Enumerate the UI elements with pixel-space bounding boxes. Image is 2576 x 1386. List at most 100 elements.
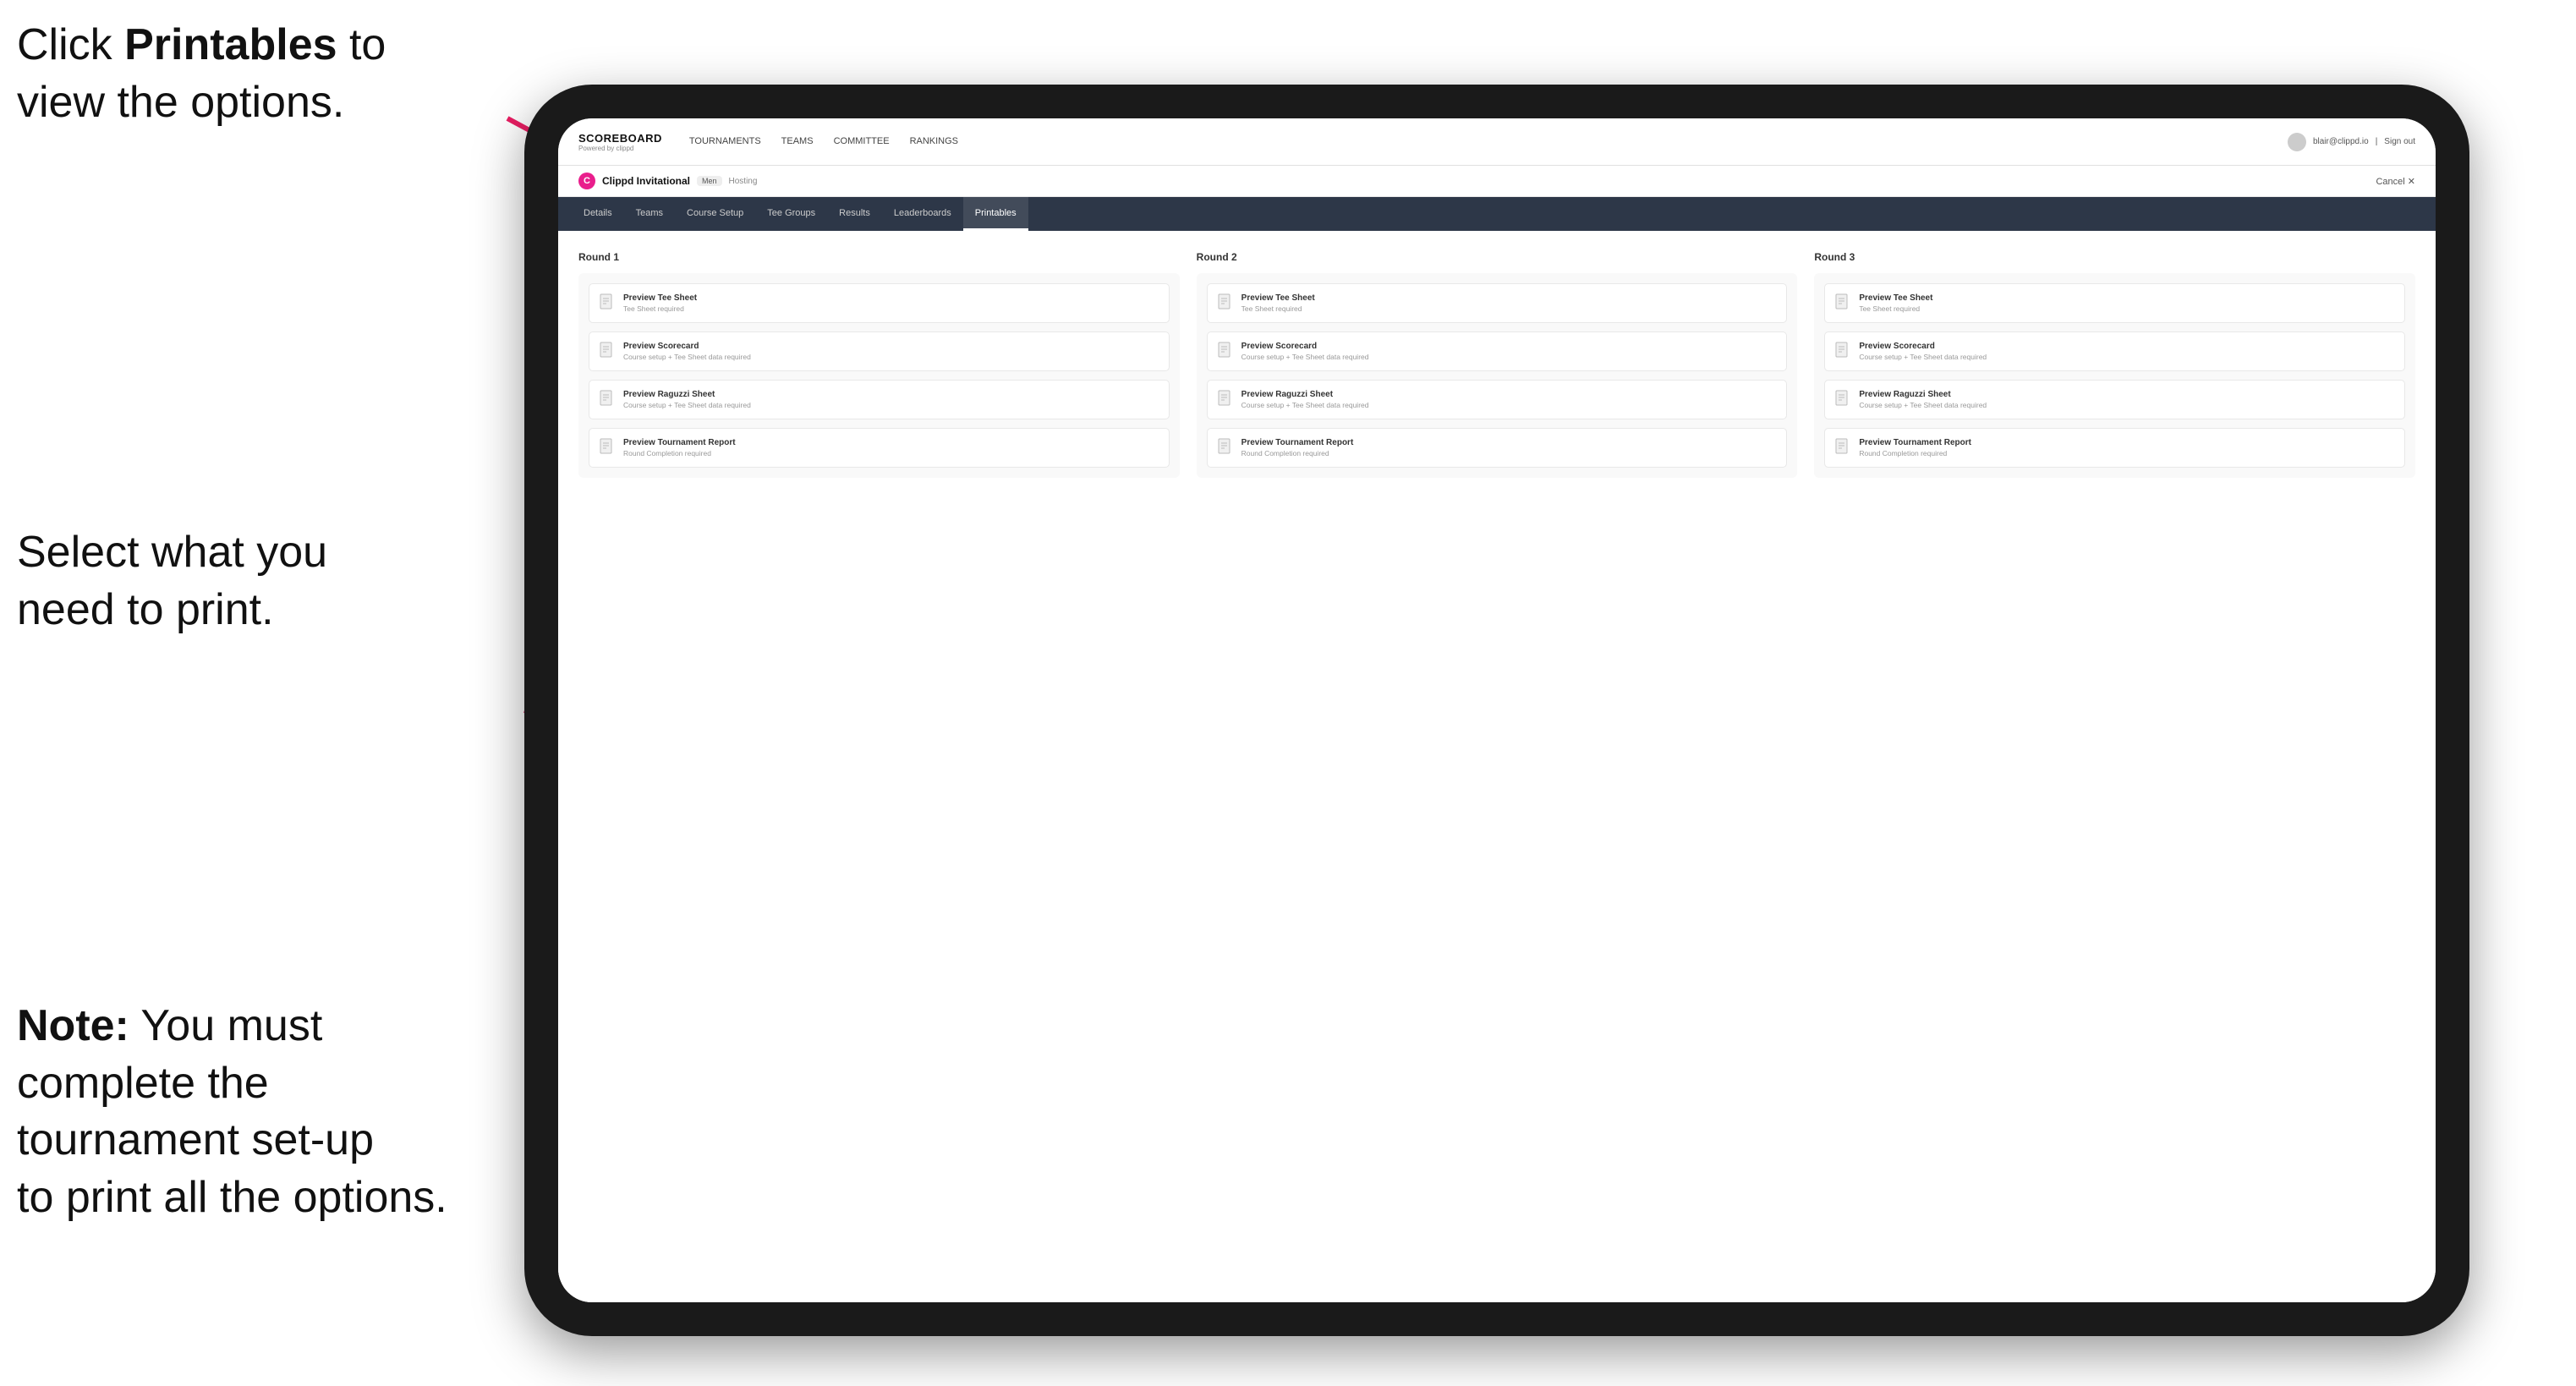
- nav-rankings[interactable]: RANKINGS: [910, 133, 958, 151]
- round-1-section: Round 1 Preview Tee Sheet Tee: [578, 251, 1180, 478]
- round1-tee-sheet-text: Preview Tee Sheet Tee Sheet required: [623, 293, 697, 314]
- bold-printables: Printables: [124, 20, 337, 69]
- user-email: blair@clippd.io: [2313, 137, 2369, 146]
- round2-scorecard-card[interactable]: Preview Scorecard Course setup + Tee She…: [1207, 331, 1788, 371]
- tab-bar: Details Teams Course Setup Tee Groups Re…: [558, 197, 2436, 231]
- tab-tee-groups[interactable]: Tee Groups: [755, 197, 827, 231]
- round2-report-title: Preview Tournament Report: [1241, 437, 1354, 448]
- tab-leaderboards[interactable]: Leaderboards: [882, 197, 963, 231]
- instruction-mid: Select what youneed to print.: [17, 524, 327, 638]
- round2-tee-sheet-card[interactable]: Preview Tee Sheet Tee Sheet required: [1207, 283, 1788, 323]
- round-3-section: Round 3 Preview Tee Sheet Tee: [1814, 251, 2415, 478]
- round2-raguzzi-title: Preview Raguzzi Sheet: [1241, 389, 1369, 400]
- round-1-cards: Preview Tee Sheet Tee Sheet required: [578, 273, 1180, 478]
- tournament-icon: C: [578, 173, 595, 189]
- logo-title: SCOREBOARD: [578, 132, 662, 145]
- document-icon: [1835, 438, 1850, 457]
- user-avatar: [2288, 133, 2306, 151]
- round2-scorecard-subtitle: Course setup + Tee Sheet data required: [1241, 353, 1369, 362]
- round1-report-title: Preview Tournament Report: [623, 437, 736, 448]
- round1-raguzzi-title: Preview Raguzzi Sheet: [623, 389, 751, 400]
- document-icon: [600, 293, 615, 312]
- round2-report-subtitle: Round Completion required: [1241, 449, 1354, 458]
- round-1-title: Round 1: [578, 251, 1180, 263]
- round1-scorecard-subtitle: Course setup + Tee Sheet data required: [623, 353, 751, 362]
- document-icon: [1218, 342, 1233, 360]
- document-icon: [1835, 390, 1850, 408]
- round1-report-subtitle: Round Completion required: [623, 449, 736, 458]
- tab-details[interactable]: Details: [572, 197, 624, 231]
- document-icon: [600, 438, 615, 457]
- round1-raguzzi-text: Preview Raguzzi Sheet Course setup + Tee…: [623, 389, 751, 410]
- tab-results[interactable]: Results: [827, 197, 882, 231]
- document-icon: [1835, 342, 1850, 360]
- round3-scorecard-text: Preview Scorecard Course setup + Tee She…: [1859, 341, 1987, 362]
- round-2-cards: Preview Tee Sheet Tee Sheet required: [1197, 273, 1798, 478]
- round2-raguzzi-subtitle: Course setup + Tee Sheet data required: [1241, 401, 1369, 410]
- round1-tee-sheet-card[interactable]: Preview Tee Sheet Tee Sheet required: [589, 283, 1170, 323]
- round3-tee-sheet-text: Preview Tee Sheet Tee Sheet required: [1859, 293, 1932, 314]
- round2-raguzzi-text: Preview Raguzzi Sheet Course setup + Tee…: [1241, 389, 1369, 410]
- tab-course-setup[interactable]: Course Setup: [675, 197, 755, 231]
- round3-tee-sheet-title: Preview Tee Sheet: [1859, 293, 1932, 304]
- nav-committee[interactable]: COMMITTEE: [834, 133, 890, 151]
- tournament-title: C Clippd Invitational Men Hosting: [578, 173, 757, 189]
- round3-report-title: Preview Tournament Report: [1859, 437, 1971, 448]
- document-icon: [1218, 438, 1233, 457]
- top-nav-links: TOURNAMENTS TEAMS COMMITTEE RANKINGS: [689, 133, 2288, 151]
- round-3-title: Round 3: [1814, 251, 2415, 263]
- round2-tee-sheet-subtitle: Tee Sheet required: [1241, 304, 1315, 314]
- round1-raguzzi-card[interactable]: Preview Raguzzi Sheet Course setup + Tee…: [589, 380, 1170, 419]
- round3-scorecard-title: Preview Scorecard: [1859, 341, 1987, 352]
- round3-report-card[interactable]: Preview Tournament Report Round Completi…: [1824, 428, 2405, 468]
- sub-header: C Clippd Invitational Men Hosting Cancel…: [558, 166, 2436, 197]
- top-nav-right: blair@clippd.io | Sign out: [2288, 133, 2415, 151]
- separator: |: [2376, 137, 2378, 146]
- round-2-section: Round 2 Preview Tee Sheet Tee: [1197, 251, 1798, 478]
- round2-raguzzi-card[interactable]: Preview Raguzzi Sheet Course setup + Tee…: [1207, 380, 1788, 419]
- round2-report-card[interactable]: Preview Tournament Report Round Completi…: [1207, 428, 1788, 468]
- tournament-name: Clippd Invitational: [602, 175, 690, 187]
- document-icon: [1218, 390, 1233, 408]
- tablet-frame: SCOREBOARD Powered by clippd TOURNAMENTS…: [524, 85, 2469, 1336]
- tablet-screen: SCOREBOARD Powered by clippd TOURNAMENTS…: [558, 118, 2436, 1302]
- document-icon: [1218, 293, 1233, 312]
- round-2-title: Round 2: [1197, 251, 1798, 263]
- tournament-status: Hosting: [729, 177, 758, 186]
- round3-raguzzi-title: Preview Raguzzi Sheet: [1859, 389, 1987, 400]
- round2-scorecard-title: Preview Scorecard: [1241, 341, 1369, 352]
- round1-raguzzi-subtitle: Course setup + Tee Sheet data required: [623, 401, 751, 410]
- nav-teams[interactable]: TEAMS: [781, 133, 814, 151]
- round-3-cards: Preview Tee Sheet Tee Sheet required: [1814, 273, 2415, 478]
- sign-out-link[interactable]: Sign out: [2384, 137, 2415, 146]
- instruction-top: Click Printables toview the options.: [17, 17, 386, 131]
- logo-sub: Powered by clippd: [578, 145, 662, 152]
- round3-raguzzi-card[interactable]: Preview Raguzzi Sheet Course setup + Tee…: [1824, 380, 2405, 419]
- tab-printables[interactable]: Printables: [963, 197, 1028, 231]
- cancel-button[interactable]: Cancel ✕: [2376, 176, 2415, 187]
- round2-tee-sheet-text: Preview Tee Sheet Tee Sheet required: [1241, 293, 1315, 314]
- round3-scorecard-card[interactable]: Preview Scorecard Course setup + Tee She…: [1824, 331, 2405, 371]
- main-content: Round 1 Preview Tee Sheet Tee: [558, 231, 2436, 1302]
- rounds-grid: Round 1 Preview Tee Sheet Tee: [578, 251, 2415, 478]
- tab-teams[interactable]: Teams: [624, 197, 675, 231]
- instruction-bottom: Note: You mustcomplete thetournament set…: [17, 998, 447, 1226]
- round3-scorecard-subtitle: Course setup + Tee Sheet data required: [1859, 353, 1987, 362]
- round3-report-subtitle: Round Completion required: [1859, 449, 1971, 458]
- round3-raguzzi-subtitle: Course setup + Tee Sheet data required: [1859, 401, 1987, 410]
- round1-report-card[interactable]: Preview Tournament Report Round Completi…: [589, 428, 1170, 468]
- document-icon: [600, 390, 615, 408]
- tournament-category: Men: [697, 176, 722, 186]
- round1-scorecard-card[interactable]: Preview Scorecard Course setup + Tee She…: [589, 331, 1170, 371]
- note-bold: Note:: [17, 1001, 129, 1050]
- nav-tournaments[interactable]: TOURNAMENTS: [689, 133, 761, 151]
- round2-report-text: Preview Tournament Report Round Completi…: [1241, 437, 1354, 458]
- round1-scorecard-title: Preview Scorecard: [623, 341, 751, 352]
- round2-scorecard-text: Preview Scorecard Course setup + Tee She…: [1241, 341, 1369, 362]
- round3-tee-sheet-card[interactable]: Preview Tee Sheet Tee Sheet required: [1824, 283, 2405, 323]
- round3-tee-sheet-subtitle: Tee Sheet required: [1859, 304, 1932, 314]
- round1-report-text: Preview Tournament Report Round Completi…: [623, 437, 736, 458]
- round2-tee-sheet-title: Preview Tee Sheet: [1241, 293, 1315, 304]
- scoreboard-logo: SCOREBOARD Powered by clippd: [578, 132, 662, 152]
- document-icon: [1835, 293, 1850, 312]
